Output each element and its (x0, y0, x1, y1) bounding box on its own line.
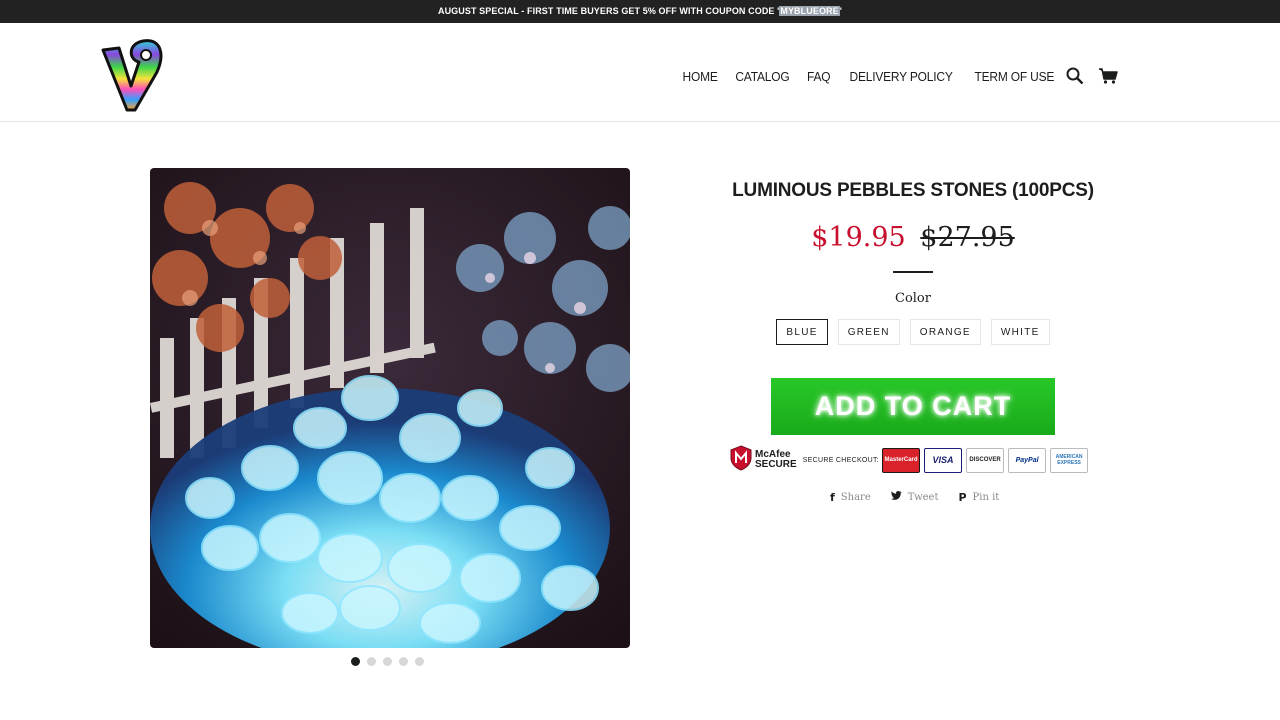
amex-badge: AMERICAN EXPRESS (1050, 447, 1089, 473)
mcafee-badge: McAfee SECURE (729, 444, 797, 476)
color-label: Color (895, 291, 931, 306)
color-option-white[interactable]: WHITE (990, 319, 1050, 345)
paypal-badge: PayPal (1008, 447, 1047, 473)
color-option-green[interactable]: GREEN (837, 319, 900, 345)
pin-label: Pin it (972, 492, 1000, 503)
gallery-dot[interactable] (351, 657, 360, 666)
color-option-orange[interactable]: ORANGE (909, 319, 981, 345)
site-header: HOME CATALOG FAQ DELIVERY POLICY TERM OF… (0, 23, 1280, 122)
compare-price: $27.95 (920, 222, 1015, 253)
gallery-dot[interactable] (367, 657, 376, 666)
gallery-dot[interactable] (399, 657, 408, 666)
color-options: BLUE GREEN ORANGE WHITE (700, 319, 1126, 345)
share-twitter[interactable]: Tweet (890, 491, 939, 504)
tweet-label: Tweet (907, 492, 939, 503)
share-pinterest[interactable]: P Pin it (958, 491, 999, 504)
share-label: Share (840, 492, 871, 503)
gallery-dot[interactable] (415, 657, 424, 666)
nav-term-of-use[interactable]: TERM OF USE (975, 69, 1055, 84)
facebook-icon: f (830, 491, 835, 504)
secure-checkout-label: SECURE CHECKOUT: (802, 456, 880, 464)
add-to-cart-button[interactable]: ADD TO CART (771, 378, 1055, 435)
cart-icon[interactable] (1098, 68, 1118, 89)
gallery-dot[interactable] (383, 657, 392, 666)
nav-catalog[interactable]: CATALOG (735, 69, 789, 84)
product-title: LUMINOUS PEBBLES STONES (100PCS) (732, 180, 1094, 201)
discover-badge: DISCOVER (966, 447, 1005, 473)
pinterest-icon: P (958, 491, 967, 504)
divider (893, 271, 933, 273)
nav-faq[interactable]: FAQ (807, 69, 831, 84)
product-image[interactable] (150, 168, 630, 648)
visa-badge: VISA (924, 447, 963, 473)
product-info: LUMINOUS PEBBLES STONES (100PCS) $19.95 … (700, 180, 1126, 504)
trust-badges: McAfee SECURE SECURE CHECKOUT: MasterCar… (729, 444, 1099, 476)
announcement-suffix: ' (839, 6, 843, 16)
share-facebook[interactable]: f Share (830, 491, 871, 504)
mcafee-shield-icon (729, 444, 753, 476)
nav-home[interactable]: HOME (682, 69, 717, 84)
gallery-dots (351, 657, 431, 666)
twitter-icon (890, 491, 902, 504)
color-option-blue[interactable]: BLUE (776, 319, 828, 345)
nav-delivery-policy[interactable]: DELIVERY POLICY (850, 69, 953, 84)
coupon-code: MYBLUEORE (779, 6, 840, 16)
announcement-text: AUGUST SPECIAL - FIRST TIME BUYERS GET 5… (437, 6, 780, 16)
main-nav: HOME CATALOG FAQ DELIVERY POLICY TERM OF… (667, 69, 1058, 84)
mastercard-badge: MasterCard (882, 447, 921, 473)
sale-price: $19.95 (811, 222, 906, 253)
mcafee-text: McAfee SECURE (755, 450, 797, 470)
search-icon[interactable] (1066, 67, 1084, 90)
header-icons (1066, 67, 1132, 90)
announcement-bar: AUGUST SPECIAL - FIRST TIME BUYERS GET 5… (0, 0, 1280, 23)
rainbow-v9-logo[interactable] (99, 38, 167, 114)
share-links: f Share Tweet P Pin it (830, 491, 1019, 504)
mcafee-line2: SECURE (755, 459, 797, 470)
price-block: $19.95 $27.95 (700, 224, 1126, 251)
